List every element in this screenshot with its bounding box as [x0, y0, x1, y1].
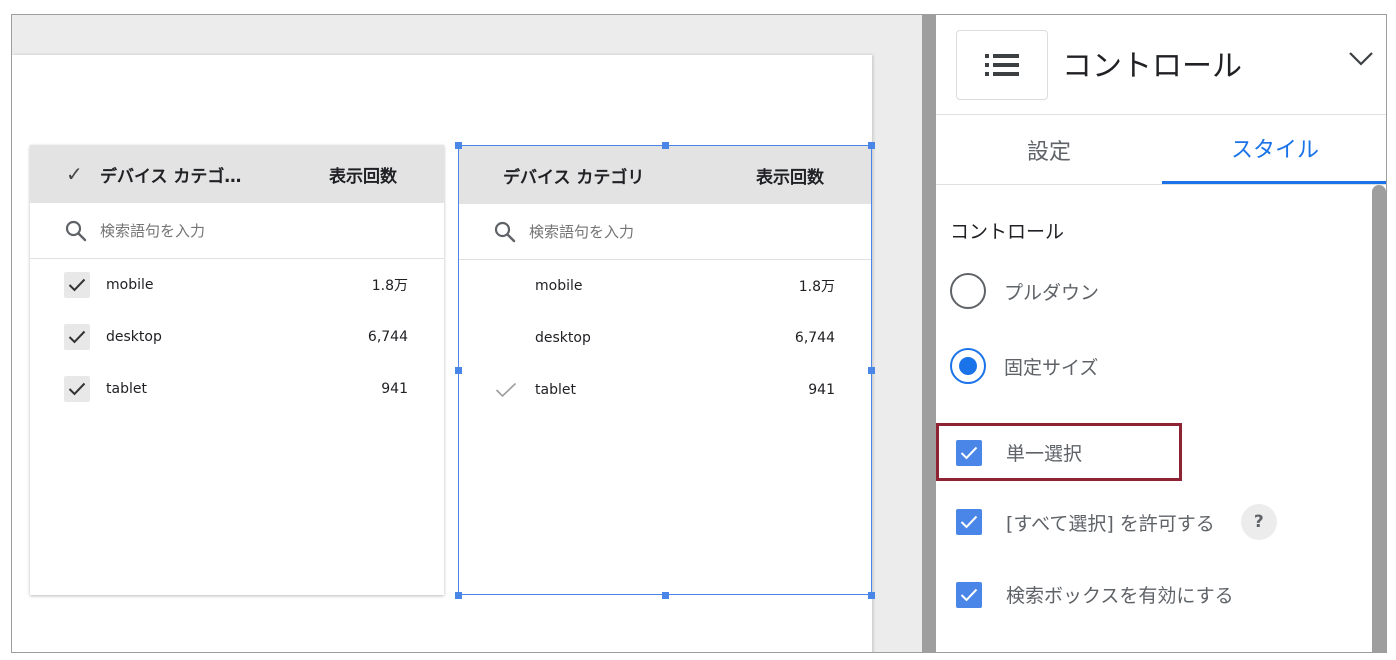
table-row[interactable]: tablet 941	[30, 363, 444, 415]
row-check-icon[interactable]	[64, 324, 90, 350]
checkbox-allow-select-all[interactable]: [すべて選択] を許可する ?	[950, 504, 1277, 540]
row-value: 1.8万	[371, 278, 408, 294]
table-row[interactable]: desktop 6,744	[459, 312, 871, 364]
row-name: mobile	[535, 278, 583, 294]
row-check-icon[interactable]	[64, 376, 90, 402]
resize-handle-tc[interactable]	[662, 142, 669, 149]
chevron-down-icon[interactable]	[1348, 51, 1374, 67]
check-icon	[960, 588, 978, 601]
checkbox-single-select[interactable]: 単一選択	[950, 439, 1082, 466]
help-icon[interactable]: ?	[1240, 504, 1277, 540]
tab-style[interactable]: スタイル	[1162, 115, 1386, 184]
dimension-header: デバイス カテゴ…	[100, 166, 242, 187]
table-row[interactable]: mobile 1.8万	[30, 259, 444, 311]
checkbox-enable-search[interactable]: 検索ボックスを有効にする	[950, 581, 1234, 608]
row-value: 6,744	[367, 329, 408, 345]
row-check-slot[interactable]	[493, 273, 519, 299]
resize-handle-tr[interactable]	[868, 142, 875, 149]
resize-handle-bc[interactable]	[662, 592, 669, 599]
panel-title: コントロール	[1062, 49, 1242, 84]
row-name: desktop	[106, 329, 162, 345]
radio-label: プルダウン	[1004, 281, 1100, 304]
search-placeholder: 検索語句を入力	[100, 222, 206, 240]
checkbox[interactable]	[956, 509, 982, 535]
search-box[interactable]: 検索語句を入力	[459, 204, 871, 260]
scrollbar[interactable]	[1372, 185, 1386, 652]
filter-control-left[interactable]: ✓ デバイス カテゴ… 表示回数 検索語句を入力 mobile 1.8万 des…	[30, 145, 444, 595]
table-header: ✓ デバイス カテゴ… 表示回数	[30, 145, 444, 203]
radio-fixed-size[interactable]: 固定サイズ	[950, 348, 1098, 384]
metric-header: 表示回数	[329, 166, 397, 187]
filter-control-right[interactable]: デバイス カテゴリ 表示回数 検索語句を入力 mobile 1.8万 deskt…	[458, 145, 872, 595]
resize-handle-ml[interactable]	[455, 367, 462, 374]
row-name: tablet	[106, 381, 147, 397]
row-value: 6,744	[794, 330, 835, 346]
row-value: 941	[808, 382, 835, 398]
list-icon	[985, 54, 1019, 76]
table-row[interactable]: desktop 6,744	[30, 311, 444, 363]
search-icon	[65, 220, 87, 241]
dimension-header: デバイス カテゴリ	[503, 167, 645, 188]
search-placeholder: 検索語句を入力	[529, 223, 635, 241]
row-value: 1.8万	[798, 279, 835, 295]
resize-handle-mr[interactable]	[868, 367, 875, 374]
radio-label: 固定サイズ	[1004, 356, 1099, 379]
section-title: コントロール	[950, 221, 1065, 243]
checkbox[interactable]	[956, 581, 982, 608]
checkbox-label: 単一選択	[1006, 443, 1083, 465]
metric-header: 表示回数	[756, 167, 824, 188]
table-row[interactable]: mobile 1.8万	[459, 260, 871, 312]
panel-body: コントロール プルダウン 固定サイズ 単一選択 [すべて選択] を許可する ? …	[936, 185, 1386, 652]
row-check-icon[interactable]	[493, 377, 519, 403]
control-type-button[interactable]	[956, 30, 1048, 100]
checkbox[interactable]	[956, 439, 982, 466]
radio-button[interactable]	[950, 273, 986, 309]
search-icon	[494, 221, 516, 242]
properties-panel: コントロール 設定 スタイル コントロール プルダウン 固定サイズ 単一選択 […	[936, 15, 1386, 652]
report-canvas: ✓ デバイス カテゴ… 表示回数 検索語句を入力 mobile 1.8万 des…	[12, 15, 922, 652]
app-frame: ✓ デバイス カテゴ… 表示回数 検索語句を入力 mobile 1.8万 des…	[11, 14, 1387, 653]
check-icon	[960, 515, 978, 529]
resize-handle-br[interactable]	[868, 592, 875, 599]
search-box[interactable]: 検索語句を入力	[30, 203, 444, 259]
tab-settings[interactable]: 設定	[936, 115, 1162, 184]
check-icon	[960, 446, 978, 459]
checkbox-label: [すべて選択] を許可する	[1006, 512, 1215, 535]
resize-handle-bl[interactable]	[455, 592, 462, 599]
panel-tabs: 設定 スタイル	[936, 115, 1386, 185]
row-value: 941	[381, 381, 408, 397]
row-name: tablet	[535, 382, 576, 398]
table-row[interactable]: tablet 941	[459, 364, 871, 416]
radio-button[interactable]	[950, 348, 986, 384]
row-check-icon[interactable]	[64, 272, 90, 298]
row-check-slot[interactable]	[493, 325, 519, 351]
row-name: mobile	[106, 277, 154, 293]
panel-header: コントロール	[936, 15, 1386, 115]
select-all-check-icon[interactable]: ✓	[66, 162, 92, 186]
resize-handle-tl[interactable]	[455, 142, 462, 149]
table-header: デバイス カテゴリ 表示回数	[459, 146, 871, 204]
row-name: desktop	[535, 330, 591, 346]
panel-splitter[interactable]	[922, 15, 936, 652]
radio-dropdown[interactable]: プルダウン	[950, 273, 1099, 309]
checkbox-label: 検索ボックスを有効にする	[1006, 585, 1234, 607]
